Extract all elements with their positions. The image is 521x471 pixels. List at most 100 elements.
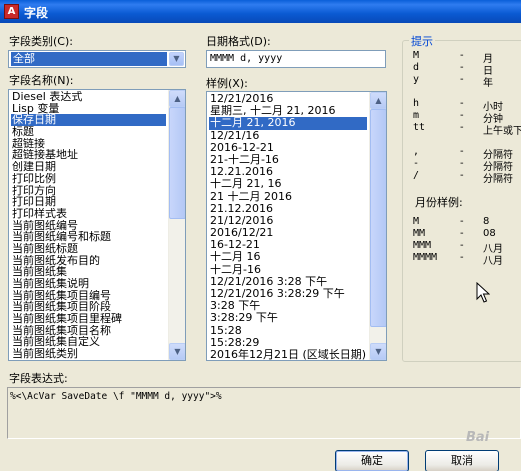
hint-value: 8 [483, 216, 490, 227]
field-category-label: 字段类别(C): [9, 35, 73, 48]
scroll-thumb[interactable] [169, 107, 185, 219]
sample-item[interactable]: 21/12/2016 [209, 215, 367, 227]
field-name-item[interactable]: Lisp 变量 [11, 103, 166, 115]
sample-item[interactable]: 16-12-21 [209, 239, 367, 251]
hint-key: / [413, 170, 420, 181]
field-name-item[interactable]: Diesel 表达式 [11, 91, 166, 103]
field-expression-box: %<\AcVar SaveDate \f "MMMM d, yyyy">% [7, 387, 521, 439]
samples-list[interactable]: 12/21/2016 星期三, 十二月 21, 2016 十二月 21, 2016 1… [206, 91, 387, 361]
sample-item[interactable]: 2016-12-21 [209, 142, 367, 154]
hint-dash: - [460, 240, 464, 251]
scroll-down-icon[interactable]: ▼ [169, 343, 185, 360]
hint-row: M - 8 [413, 216, 521, 228]
field-name-item[interactable]: 当前图纸编号 [11, 220, 166, 232]
hint-key: d [413, 62, 420, 73]
field-names-list[interactable]: Diesel 表达式 Lisp 变量 保存日期 标题 超链接 超链接基地址 创建日期 打印比例… [8, 89, 186, 361]
hints-content: M-月d-日y-年h-小时m-分钟tt-上午或下午,-分隔符--分隔符/-分隔符… [413, 48, 521, 268]
sample-item[interactable]: 星期三, 十二月 21, 2016 [209, 105, 367, 117]
hint-dash: - [460, 146, 464, 157]
hint-dash: - [460, 122, 464, 133]
sample-item[interactable]: 十二月 21, 2016 [209, 117, 367, 130]
scroll-up-icon[interactable]: ▲ [169, 90, 185, 107]
scroll-up-icon[interactable]: ▲ [370, 92, 386, 109]
hint-key: MMMM [413, 252, 438, 263]
hint-value: 分隔符 [483, 174, 513, 185]
hint-dash: - [460, 252, 464, 263]
hint-row: d-日 [413, 62, 521, 77]
hint-row: tt - 上午或下午 [413, 122, 521, 137]
sample-item[interactable]: 12/21/2016 [209, 93, 367, 105]
hint-row: M-月 [413, 50, 521, 65]
field-name-item[interactable]: 当前图纸集项目名称 [11, 325, 166, 337]
field-names-label: 字段名称(N): [9, 74, 74, 87]
sample-item[interactable]: 2016年12月21日 (区域长日期) [209, 349, 367, 360]
hint-dash: - [460, 216, 464, 227]
sample-item[interactable]: 3:28:29 下午 [209, 312, 367, 324]
sample-item[interactable]: 2016/12/21 [209, 227, 367, 239]
field-name-item[interactable]: 当前图纸集说明 [11, 278, 166, 290]
sample-item[interactable]: 12/21/16 [209, 130, 367, 142]
field-name-item[interactable]: 打印方向 [11, 185, 166, 197]
hint-dash: - [460, 74, 464, 85]
field-name-item[interactable]: 打印比例 [11, 173, 166, 185]
hint-row: , - 分隔符 [413, 146, 521, 161]
hint-row: MMM - 八月 [413, 240, 521, 255]
hint-dash: - [460, 228, 464, 239]
sample-item[interactable]: 十二月 21, 16 [209, 178, 367, 190]
hint-value: 上午或下午 [483, 126, 521, 137]
field-name-item[interactable]: 当前图纸编号和标题 [11, 231, 166, 243]
field-name-item[interactable]: 打印样式表 [11, 208, 166, 220]
sample-item[interactable]: 十二月-16 [209, 264, 367, 276]
sample-item[interactable]: 12/21/2016 3:28 下午 [209, 276, 367, 288]
field-name-item[interactable]: 当前图纸标题 [11, 243, 166, 255]
hint-key: MM [413, 228, 426, 239]
field-name-item[interactable]: 当前图纸类别 [11, 348, 166, 360]
sample-item[interactable]: 15:28 [209, 325, 367, 337]
sample-item[interactable]: 21 十二月 2016 [209, 191, 367, 203]
autocad-icon: A [4, 4, 19, 19]
field-name-item[interactable]: 当前图纸集项目里程碑 [11, 313, 166, 325]
field-name-item[interactable]: 标题 [11, 126, 166, 138]
title-bar: A 字段 [0, 0, 521, 23]
field-name-item[interactable]: 创建日期 [11, 161, 166, 173]
field-name-item[interactable]: 当前图纸集自定义 [11, 336, 166, 348]
sample-item[interactable]: 15:28:29 [209, 337, 367, 349]
hint-row: y-年 [413, 74, 521, 89]
field-name-item[interactable]: 当前图纸发布目的 [11, 255, 166, 267]
field-category-value: 全部 [11, 52, 167, 66]
samples-scrollbar[interactable]: ▲ ▼ [369, 92, 386, 360]
sample-item[interactable]: 21.12.2016 [209, 203, 367, 215]
cancel-button[interactable]: 取消 [425, 450, 499, 471]
field-name-item[interactable]: 超链接 [11, 138, 166, 150]
samples-items: 12/21/2016 星期三, 十二月 21, 2016 十二月 21, 2016 1… [209, 93, 367, 360]
field-category-select[interactable]: 全部 ▼ [8, 50, 186, 68]
ok-button[interactable]: 确定 [335, 450, 409, 471]
sample-item[interactable]: 十二月 16 [209, 251, 367, 263]
hints-title: 提示 [409, 33, 435, 49]
field-name-item[interactable]: 保存日期 [11, 114, 166, 127]
field-name-item[interactable]: 当前图纸集项目阶段 [11, 301, 166, 313]
hint-row: / - 分隔符 [413, 170, 521, 185]
sample-item[interactable]: 21-十二月-16 [209, 154, 367, 166]
field-names-scrollbar[interactable]: ▲ ▼ [168, 90, 185, 360]
hint-row: MM - 08 [413, 228, 521, 240]
field-name-item[interactable]: 当前图纸集 [11, 266, 166, 278]
field-expression-label: 字段表达式: [9, 372, 68, 385]
scroll-down-icon[interactable]: ▼ [370, 343, 386, 360]
hint-key: M [413, 216, 420, 227]
chevron-down-icon[interactable]: ▼ [169, 52, 184, 66]
hint-value: 八月 [483, 256, 503, 267]
hint-dash: - [460, 98, 464, 109]
sample-item[interactable]: 3:28 下午 [209, 300, 367, 312]
field-name-item[interactable]: 当前图纸集项目编号 [11, 290, 166, 302]
scroll-thumb[interactable] [370, 109, 386, 327]
hint-value: 08 [483, 228, 496, 239]
date-format-input[interactable]: MMMM d, yyyy [206, 50, 386, 68]
sample-item[interactable]: 12/21/2016 3:28:29 下午 [209, 288, 367, 300]
field-name-item[interactable]: 打印日期 [11, 196, 166, 208]
field-name-item[interactable]: 超链接基地址 [11, 149, 166, 161]
sample-item[interactable]: 12.21.2016 [209, 166, 367, 178]
hint-dash: - [460, 170, 464, 181]
hint-row: h - 小时 [413, 98, 521, 113]
hint-dash: - [460, 158, 464, 169]
